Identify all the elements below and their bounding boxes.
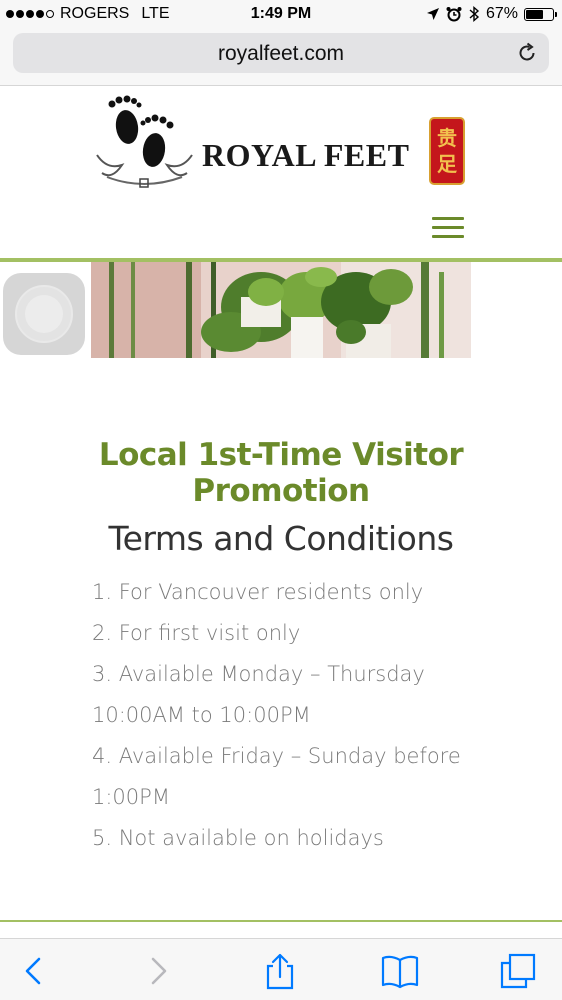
hamburger-menu-icon[interactable] bbox=[432, 217, 464, 243]
terms-item: 5. Not available on holidays bbox=[92, 826, 384, 850]
terms-heading: Terms and Conditions bbox=[108, 519, 454, 558]
terms-item: 1:00PM bbox=[92, 785, 170, 809]
promo-title: Local 1st-Time Visitor Promotion bbox=[98, 437, 464, 509]
terms-item: 3. Available Monday – Thursday bbox=[92, 662, 425, 686]
plants-banner-image bbox=[91, 262, 471, 358]
bookmarks-icon bbox=[381, 955, 419, 989]
tabs-button[interactable] bbox=[498, 951, 538, 991]
back-button[interactable] bbox=[14, 951, 54, 991]
chinese-seal-logo: 贵 足 bbox=[429, 117, 465, 185]
forward-button[interactable] bbox=[138, 951, 178, 991]
footprints-icon bbox=[96, 95, 193, 188]
footer-divider bbox=[0, 920, 562, 922]
terms-item: 4. Available Friday – Sunday before bbox=[92, 744, 461, 768]
terms-list: 1. For Vancouver residents only 2. For f… bbox=[92, 572, 522, 859]
location-arrow-icon bbox=[426, 8, 439, 20]
address-bar[interactable]: royalfeet.com bbox=[13, 33, 549, 73]
battery-icon bbox=[524, 7, 557, 21]
back-icon bbox=[25, 957, 41, 985]
seal-char-2: 足 bbox=[437, 152, 457, 176]
terms-item: 10:00AM to 10:00PM bbox=[92, 703, 311, 727]
status-bar: ROGERS LTE 1:49 PM 67% bbox=[0, 0, 562, 30]
bookmarks-button[interactable] bbox=[380, 951, 420, 991]
status-right: 67% bbox=[426, 5, 557, 23]
share-icon bbox=[266, 953, 294, 990]
url-text[interactable]: royalfeet.com bbox=[13, 42, 549, 66]
bluetooth-icon bbox=[469, 5, 480, 23]
tabs-icon bbox=[500, 953, 536, 989]
logo-text: ROYAL FEET bbox=[202, 137, 410, 173]
site-header: ROYAL FEET 贵 足 bbox=[0, 87, 562, 260]
battery-percent: 67% bbox=[485, 5, 518, 22]
assistive-touch-button[interactable] bbox=[3, 273, 85, 355]
alarm-icon bbox=[446, 7, 462, 22]
share-button[interactable] bbox=[260, 951, 300, 991]
terms-item: 1. For Vancouver residents only bbox=[92, 580, 424, 604]
reload-icon[interactable] bbox=[515, 41, 539, 65]
forward-icon bbox=[151, 957, 167, 985]
seal-char-1: 贵 bbox=[437, 126, 457, 150]
royal-feet-logo[interactable]: ROYAL FEET 贵 足 bbox=[92, 95, 472, 191]
browser-toolbar bbox=[0, 938, 562, 1000]
browser-address-area: royalfeet.com bbox=[0, 30, 562, 86]
terms-item: 2. For first visit only bbox=[92, 621, 301, 645]
